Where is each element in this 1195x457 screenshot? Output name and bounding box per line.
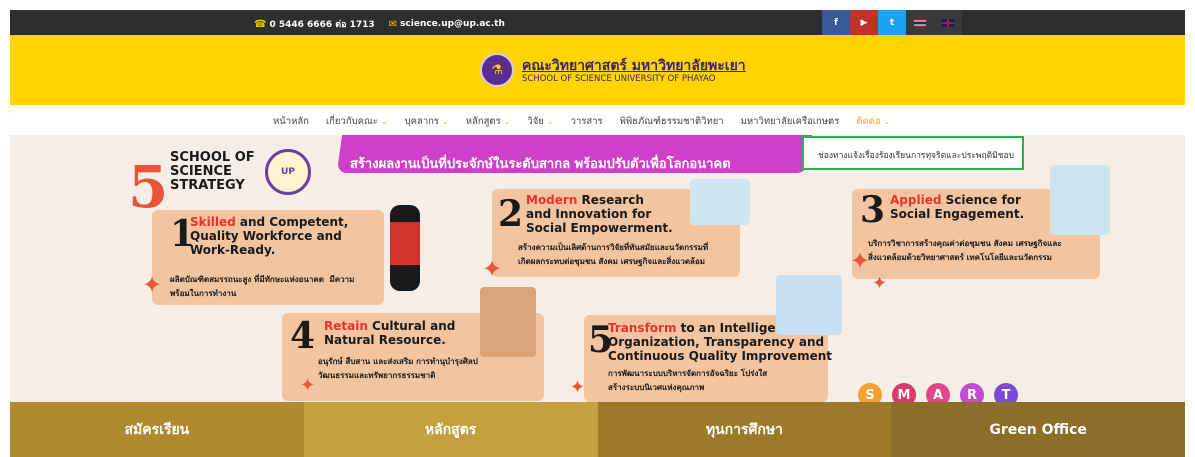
phone-link[interactable]: ☎ 0 5446 6666 ต่อ 1713 — [254, 17, 375, 31]
star-decoration-icon: ✦ — [300, 375, 316, 396]
chevron-down-icon: ⌄ — [442, 117, 449, 126]
nav-research[interactable]: วิจัย ⌄ — [527, 114, 553, 129]
nav-journal[interactable]: วารสาร — [571, 114, 603, 129]
email-link[interactable]: ✉ science.up@up.ac.th — [389, 19, 505, 30]
card-5-description: การพัฒนาระบบบริหารจัดการอัจฉริยะ โปร่งใส… — [608, 369, 768, 392]
chevron-down-icon: ⌄ — [503, 117, 511, 126]
nav-network[interactable]: มหาวิทยาลัยเครือเกษตร — [741, 114, 840, 129]
uk-flag-icon — [942, 18, 954, 27]
card-3-description: บริการวิชาการสร้างคุณค่าต่อชุมชน สังคม เ… — [868, 239, 1062, 262]
graduate-illustration — [390, 205, 420, 291]
contact-info: ☎ 0 5446 6666 ต่อ 1713 ✉ science.up@up.ac.… — [254, 17, 505, 31]
nav-museum[interactable]: พิพิธภัณฑ์ธรรมชาติวิทยา — [620, 114, 724, 129]
card-3-title: Applied Science for Social Engagement. — [890, 193, 1025, 221]
chevron-down-icon: ⌄ — [883, 117, 891, 126]
site-header: ⚗ คณะวิทยาศาสตร์ มหาวิทยาลัยพะเยา SCHOOL… — [10, 35, 1185, 105]
ribbon-text: สร้างผลงานเป็นที่ประจักษ์ในระดับสากล พร้… — [350, 157, 731, 172]
nav-curriculum[interactable]: หลักสูตร ⌄ — [466, 114, 511, 129]
applied-science-illustration — [1050, 165, 1110, 235]
smart-t-badge: T — [994, 383, 1018, 402]
phone-text: 0 5446 6666 ต่อ 1713 — [269, 20, 375, 30]
mail-icon: ✉ — [388, 18, 398, 30]
scholarship-button[interactable]: ทุนการศึกษา — [597, 402, 892, 457]
curriculum-button[interactable]: หลักสูตร — [303, 402, 598, 457]
twitter-icon[interactable]: t — [878, 10, 906, 35]
card-4-title: Retain Cultural and Natural Resource. — [324, 319, 456, 347]
smart-r-badge: R — [960, 383, 984, 402]
nav-about[interactable]: เกี่ยวกับคณะ ⌄ — [326, 114, 388, 129]
card-2-description: สร้างความเป็นเลิศด้านการวิจัยที่ทันสมัยแ… — [518, 243, 709, 266]
star-decoration-icon: ✦ — [142, 271, 163, 299]
email-text: science.up@up.ac.th — [400, 19, 505, 29]
star-decoration-icon: ✦ — [570, 377, 586, 398]
university-seal-icon: UP — [265, 149, 311, 195]
contact-dropdown-item[interactable]: ช่องทางแจ้งเรื่องร้องเรียนการทุจริตและปร… — [802, 136, 1024, 170]
star-decoration-icon: ✦ — [482, 255, 503, 283]
organization-illustration — [776, 275, 842, 335]
card-1-description: ผลิตบัณฑิตสมรรถนะสูง ที่มีทักษะแห่งอนาคต… — [170, 275, 355, 298]
faculty-logo[interactable]: ⚗ — [480, 53, 514, 87]
smart-badges: S M A R T — [858, 383, 1018, 402]
chevron-down-icon: ⌄ — [546, 117, 554, 126]
main-nav: หน้าหลัก เกี่ยวกับคณะ ⌄ บุคลากร ⌄ หลักสู… — [10, 105, 1185, 135]
smart-a-badge: A — [926, 383, 950, 402]
top-bar: ☎ 0 5446 6666 ต่อ 1713 ✉ science.up@up.ac.… — [10, 10, 1185, 35]
nav-home[interactable]: หน้าหลัก — [273, 114, 309, 129]
card-2-number: 2 — [498, 193, 524, 235]
chevron-down-icon: ⌄ — [380, 117, 388, 126]
hero-banner[interactable]: สร้างผลงานเป็นที่ประจักษ์ในระดับสากล พร้… — [10, 135, 1185, 402]
thai-flag-icon — [914, 18, 926, 27]
apply-button[interactable]: สมัครเรียน — [10, 402, 304, 457]
star-decoration-icon: ✦ — [850, 247, 871, 275]
youtube-icon[interactable]: ▶ — [850, 10, 878, 35]
lab-scientists-illustration — [690, 179, 750, 225]
social-links: f ▶ t — [822, 10, 962, 35]
strategy-title: SCHOOL OF SCIENCE STRATEGY — [170, 150, 255, 193]
star-decoration-icon: ✦ — [872, 273, 888, 294]
nav-staff[interactable]: บุคลากร ⌄ — [405, 114, 449, 129]
page: ☎ 0 5446 6666 ต่อ 1713 ✉ science.up@up.ac.… — [0, 0, 1195, 457]
card-3-number: 3 — [860, 189, 886, 231]
card-2-title: Modern Research and Innovation for Socia… — [526, 193, 673, 235]
card-1-title: Skilled and Competent, Quality Workforce… — [190, 215, 349, 257]
card-4-description: อนุรักษ์ สืบสาน และส่งเสริม การทำนุบำรุง… — [318, 357, 478, 380]
quick-links: สมัครเรียน หลักสูตร ทุนการศึกษา Green Of… — [10, 402, 1185, 457]
smart-s-badge: S — [858, 383, 882, 402]
weaver-illustration — [480, 287, 536, 357]
thai-language-button[interactable] — [906, 10, 934, 35]
english-language-button[interactable] — [934, 10, 962, 35]
headset-icon: ☎ — [254, 18, 267, 30]
smart-m-badge: M — [892, 383, 916, 402]
card-4-number: 4 — [290, 315, 316, 357]
green-office-button[interactable]: Green Office — [891, 402, 1185, 457]
facebook-icon[interactable]: f — [822, 10, 850, 35]
site-title-english[interactable]: SCHOOL OF SCIENCE UNIVERSITY OF PHAYAO — [522, 74, 715, 84]
nav-contact[interactable]: ติดต่อ ⌄ — [856, 114, 890, 129]
